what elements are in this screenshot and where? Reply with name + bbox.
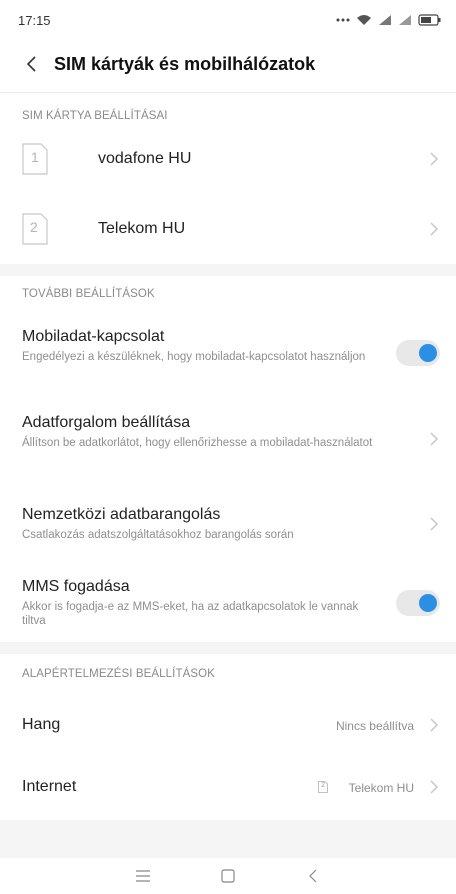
chevron-right-icon: [430, 152, 438, 166]
page-title: SIM kártyák és mobilhálózatok: [54, 53, 316, 74]
item-title: MMS fogadása: [22, 578, 130, 595]
roaming-row[interactable]: Nemzetközi adatbarangolás Csatlakozás ad…: [0, 496, 456, 552]
sim-slot-number: 2: [30, 219, 38, 235]
chevron-right-icon: [430, 222, 438, 236]
back-arrow-icon[interactable]: [18, 51, 44, 77]
sim-row-2[interactable]: 2 Telekom HU: [0, 200, 456, 258]
toggle-knob: [419, 594, 437, 612]
item-title: Hang: [22, 716, 61, 733]
more-dots-icon: [336, 18, 350, 22]
sim-slot-number: 1: [31, 149, 39, 165]
chevron-right-icon: [430, 432, 438, 446]
section-gap: [0, 264, 456, 276]
item-value: Telekom HU: [348, 781, 414, 795]
section-header-more: TOVÁBBI BEÁLLÍTÁSOK: [22, 288, 155, 300]
sim-name: Telekom HU: [98, 220, 186, 237]
item-title: Nemzetközi adatbarangolás: [22, 506, 221, 523]
bottom-spacer: [0, 820, 456, 858]
app-header: SIM kártyák és mobilhálózatok: [0, 40, 456, 88]
mms-row[interactable]: MMS fogadása Akkor is fogadja-e az MMS-e…: [0, 568, 456, 634]
section-header-sim: SIM KÁRTYA BEÁLLÍTÁSAI: [22, 110, 168, 122]
chevron-right-icon: [430, 780, 438, 794]
item-title: Adatforgalom beállítása: [22, 414, 191, 431]
signal-icon-2: [399, 15, 411, 25]
data-usage-row[interactable]: Adatforgalom beállítása Állítson be adat…: [0, 404, 456, 470]
navigation-bar: [0, 858, 456, 894]
status-time: 17:15: [18, 12, 51, 28]
mobile-data-toggle[interactable]: [396, 340, 440, 366]
sound-row[interactable]: Hang Nincs beállítva: [0, 698, 456, 752]
status-bar: 17:15: [0, 0, 456, 40]
section-gap: [0, 642, 456, 654]
home-icon[interactable]: [216, 864, 240, 888]
header-divider: [0, 92, 456, 93]
chevron-right-icon: [430, 718, 438, 732]
back-icon[interactable]: [301, 864, 325, 888]
sim-row-1[interactable]: 1 vodafone HU: [0, 130, 456, 188]
sim-name: vodafone HU: [98, 150, 192, 167]
item-title: Internet: [22, 778, 77, 795]
sim-badge-number: 2: [321, 782, 325, 789]
item-description: Csatlakozás adatszolgáltatásokhoz barang…: [22, 529, 294, 541]
item-description: Állítson be adatkorlátot, hogy ellenőriz…: [22, 437, 373, 449]
toggle-knob: [419, 344, 437, 362]
item-title: Mobiladat-kapcsolat: [22, 328, 165, 345]
menu-icon[interactable]: [131, 864, 155, 888]
internet-row[interactable]: Internet 2 Telekom HU: [0, 760, 456, 814]
wifi-icon: [357, 15, 371, 25]
battery-icon: [418, 14, 441, 26]
mms-toggle[interactable]: [396, 590, 440, 616]
status-icons: [336, 14, 442, 26]
item-value: Nincs beállítva: [335, 719, 414, 733]
item-description: Akkor is fogadja-e az MMS-eket, ha az ad…: [22, 601, 359, 627]
section-header-default: ALAPÉRTELMEZÉSI BEÁLLÍTÁSOK: [22, 668, 215, 680]
chevron-right-icon: [430, 517, 438, 531]
signal-icon: [379, 15, 391, 25]
item-description: Engedélyezi a készüléknek, hogy mobilada…: [22, 351, 366, 363]
mobile-data-row[interactable]: Mobiladat-kapcsolat Engedélyezi a készül…: [0, 318, 456, 384]
